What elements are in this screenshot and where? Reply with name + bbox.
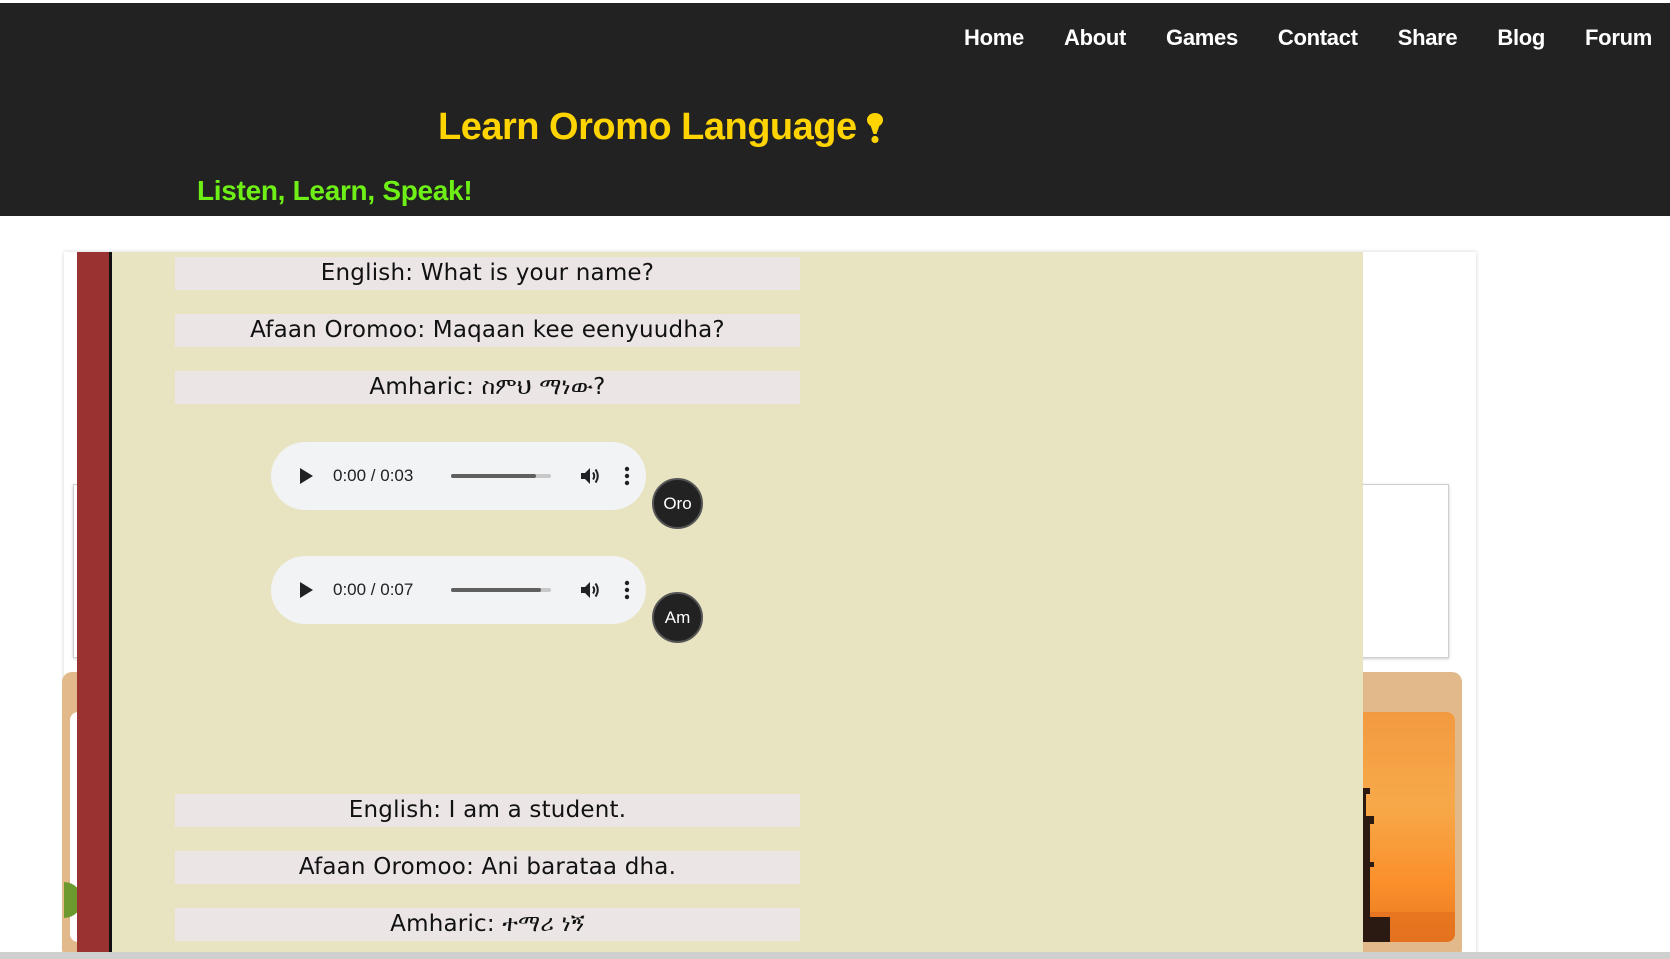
phrase-english: English: I am a student.	[175, 794, 800, 827]
audio-volume-fill	[451, 474, 536, 478]
audio-progress-track[interactable]	[451, 588, 551, 592]
audio-time: 0:00 / 0:03	[333, 466, 414, 485]
nav-home-link[interactable]: Home	[964, 25, 1024, 51]
phrase-english: English: What is your name?	[175, 257, 800, 290]
page: Home About Games Contact Share Blog Foru…	[0, 0, 1670, 959]
nav-about-link[interactable]: About	[1064, 25, 1126, 51]
amharic-audio-button[interactable]: Am	[652, 592, 703, 643]
oromo-audio-player[interactable]: 0:00 / 0:03	[271, 442, 646, 510]
exclamation-icon	[865, 112, 885, 144]
volume-icon[interactable]	[577, 463, 603, 489]
phrase-amharic: Amharic: ስምህ ማነው?	[175, 371, 800, 404]
site-title-text: Learn Oromo Language	[438, 106, 857, 148]
site-title: Learn Oromo Language	[438, 106, 885, 149]
site-header: Home About Games Contact Share Blog Foru…	[0, 3, 1670, 216]
lesson-panel: English: What is your name? Afaan Oromoo…	[77, 252, 1363, 959]
more-options-icon[interactable]	[617, 577, 637, 603]
horizontal-scrollbar[interactable]	[0, 952, 1670, 959]
phrase-oromo: Afaan Oromoo: Ani barataa dha.	[175, 851, 800, 884]
lesson-side-bar	[77, 252, 112, 959]
nav-blog-link[interactable]: Blog	[1497, 25, 1545, 51]
nav-contact-link[interactable]: Contact	[1278, 25, 1358, 51]
amharic-audio-player[interactable]: 0:00 / 0:07	[271, 556, 646, 624]
phrase-amharic: Amharic: ተማሪ ነኝ	[175, 908, 800, 941]
nav-games-link[interactable]: Games	[1166, 25, 1238, 51]
main-nav: Home About Games Contact Share Blog Foru…	[964, 25, 1652, 51]
site-tagline: Listen, Learn, Speak!	[197, 175, 473, 206]
play-icon[interactable]	[293, 463, 319, 489]
audio-volume-fill	[451, 588, 541, 592]
volume-icon[interactable]	[577, 577, 603, 603]
more-options-icon[interactable]	[617, 463, 637, 489]
nav-forum-link[interactable]: Forum	[1585, 25, 1652, 51]
audio-progress-track[interactable]	[451, 474, 551, 478]
phrase-oromo: Afaan Oromoo: Maqaan kee eenyuudha?	[175, 314, 800, 347]
audio-time: 0:00 / 0:07	[333, 580, 414, 599]
nav-share-link[interactable]: Share	[1398, 25, 1458, 51]
play-icon[interactable]	[293, 577, 319, 603]
oromo-audio-button[interactable]: Oro	[652, 478, 703, 529]
